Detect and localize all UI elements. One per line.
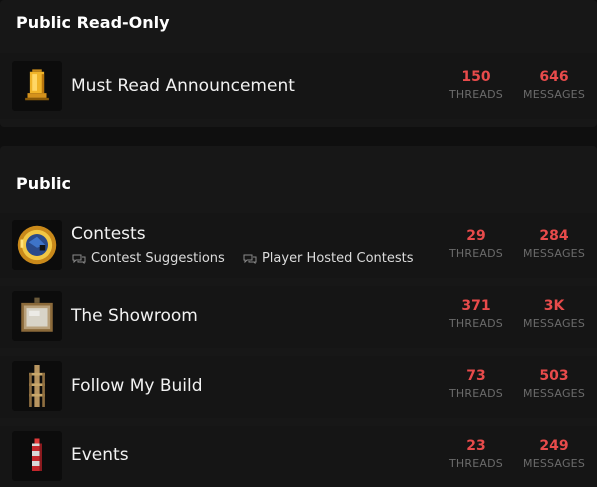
threads-stat: 29 THREADS [441,228,511,261]
forum-row-the-showroom[interactable]: The Showroom 371 THREADS 3K MESSAGES [0,286,597,348]
threads-count: 371 [461,298,491,314]
messages-count: 503 [539,368,569,384]
forum-row-events[interactable]: Events 23 THREADS 249 MESSAGES [0,426,597,487]
forum-row-contests[interactable]: Contests Contest Suggestions Player Host… [0,213,597,278]
forum-title[interactable]: Must Read Announcement [71,76,295,96]
chat-bubble-icon [243,254,257,264]
messages-label: MESSAGES [523,247,585,260]
subforum-label: Player Hosted Contests [261,251,414,266]
threads-label: THREADS [449,387,503,400]
threads-stat: 150 THREADS [441,69,511,102]
threads-count: 150 [461,69,491,85]
threads-stat: 371 THREADS [441,298,511,331]
messages-count: 249 [539,438,569,454]
threads-stat: 73 THREADS [441,368,511,401]
forum-title[interactable]: Events [71,445,129,465]
subforum-label: Contest Suggestions [91,251,225,266]
threads-count: 73 [466,368,486,384]
messages-label: MESSAGES [523,88,585,101]
messages-count: 3K [543,298,565,314]
forum-title[interactable]: Follow My Build [71,376,203,396]
subforum-list: Contest Suggestions Player Hosted Contes… [72,251,428,268]
forum-row-must-read-announcement[interactable]: Must Read Announcement 150 THREADS 646 M… [0,53,597,119]
messages-label: MESSAGES [523,457,585,470]
forum-title[interactable]: The Showroom [71,306,198,326]
threads-count: 23 [466,438,486,454]
forum-title[interactable]: Contests [71,224,146,244]
picture-frame-icon [12,291,62,341]
messages-stat: 503 MESSAGES [515,368,593,401]
bell-icon [12,61,62,111]
threads-stat: 23 THREADS [441,438,511,471]
firework-icon [12,431,62,481]
threads-label: THREADS [449,317,503,330]
messages-count: 284 [539,228,569,244]
subforum-link[interactable]: Player Hosted Contests [243,251,414,266]
messages-count: 646 [539,69,569,85]
forum-section-public: Public Contests Contest Suggestions Play… [0,146,597,487]
chat-bubble-icon [72,254,86,264]
forum-section-public-read-only: Public Read-Only Must Read Announcement … [0,0,597,127]
threads-label: THREADS [449,247,503,260]
forum-row-follow-my-build[interactable]: Follow My Build 73 THREADS 503 MESSAGES [0,356,597,418]
messages-stat: 249 MESSAGES [515,438,593,471]
subforum-link[interactable]: Contest Suggestions [72,251,225,266]
messages-label: MESSAGES [523,387,585,400]
scaffold-icon [12,361,62,411]
threads-count: 29 [466,228,486,244]
threads-label: THREADS [449,457,503,470]
messages-stat: 646 MESSAGES [515,69,593,102]
messages-label: MESSAGES [523,317,585,330]
trophy-icon [12,220,62,270]
section-title[interactable]: Public Read-Only [16,13,170,32]
threads-label: THREADS [449,88,503,101]
messages-stat: 3K MESSAGES [515,298,593,331]
messages-stat: 284 MESSAGES [515,228,593,261]
section-title[interactable]: Public [16,174,71,193]
